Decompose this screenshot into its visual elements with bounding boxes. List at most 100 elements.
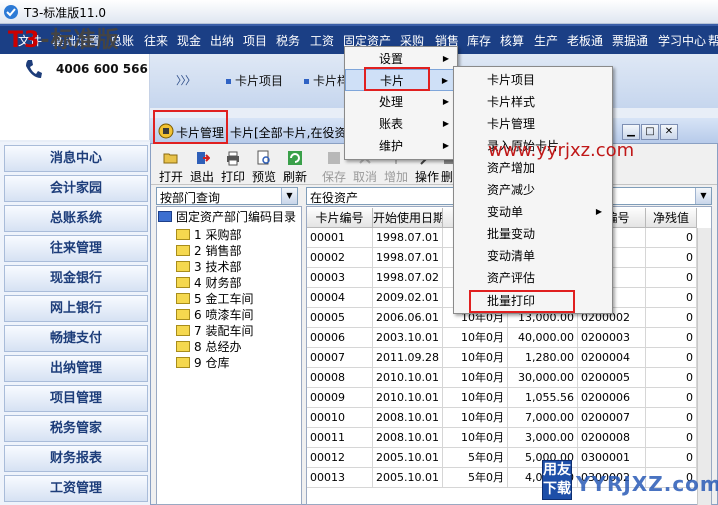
vertical-scrollbar[interactable] xyxy=(697,228,711,505)
grid-cell[interactable]: 0 xyxy=(646,248,697,268)
grid-cell[interactable]: 0200004 xyxy=(578,348,646,368)
grid-cell[interactable]: 0 xyxy=(646,348,697,368)
grid-cell[interactable]: 2006.06.01 xyxy=(373,308,443,328)
grid-cell[interactable]: 1,055.56 xyxy=(508,388,578,408)
tree-root[interactable]: 固定资产部门编码目录 xyxy=(158,208,296,225)
grid-cell[interactable]: 2010.10.01 xyxy=(373,388,443,408)
grid-cell[interactable]: 0 xyxy=(646,308,697,328)
grid-cell[interactable]: 1998.07.02 xyxy=(373,268,443,288)
grid-cell[interactable]: 1998.07.01 xyxy=(373,228,443,248)
grid-cell[interactable]: 10年0月 xyxy=(443,348,508,368)
close-button[interactable]: ✕ xyxy=(660,124,678,140)
grid-cell[interactable]: 2009.02.01 xyxy=(373,288,443,308)
open-button[interactable]: 打开 xyxy=(157,150,185,185)
grid-cell[interactable]: 00004 xyxy=(307,288,373,308)
grid-cell[interactable]: 0 xyxy=(646,368,697,388)
grid-cell[interactable]: 00010 xyxy=(307,408,373,428)
menu-item-batch-change[interactable]: 批量变动 xyxy=(454,223,612,245)
grid-cell[interactable]: 1998.07.01 xyxy=(373,248,443,268)
grid-cell[interactable]: 2008.10.01 xyxy=(373,408,443,428)
sidebar-item-payment[interactable]: 畅捷支付 xyxy=(4,325,148,352)
grid-cell[interactable]: 00012 xyxy=(307,448,373,468)
grid-cell[interactable]: 0 xyxy=(646,408,697,428)
menu-production[interactable]: 生产 xyxy=(534,32,558,49)
grid-cell[interactable]: 00006 xyxy=(307,328,373,348)
menu-cash[interactable]: 现金 xyxy=(177,32,201,49)
tab-scroll-arrows[interactable]: 〉〉〉 xyxy=(176,72,196,88)
grid-cell[interactable]: 2005.10.01 xyxy=(373,448,443,468)
grid-cell[interactable]: 0200003 xyxy=(578,328,646,348)
menu-payroll[interactable]: 工资 xyxy=(310,32,334,49)
grid-cell[interactable]: 10年0月 xyxy=(443,328,508,348)
menu-project[interactable]: 项目 xyxy=(243,32,267,49)
exit-button[interactable]: 退出 xyxy=(188,150,216,185)
grid-cell[interactable]: 5年0月 xyxy=(443,448,508,468)
menu-boss[interactable]: 老板通 xyxy=(567,32,603,49)
tree-item[interactable]: 9 仓库 xyxy=(176,354,229,371)
grid-cell[interactable]: 00003 xyxy=(307,268,373,288)
menu-cashier[interactable]: 出纳 xyxy=(210,32,234,49)
menu-learning[interactable]: 学习中心 xyxy=(658,32,706,49)
column-header[interactable]: 净残值 xyxy=(646,208,697,228)
menu-item-asset-decrease[interactable]: 资产减少 xyxy=(454,179,612,201)
chevron-down-icon[interactable]: ▼ xyxy=(695,188,711,204)
grid-cell[interactable]: 10年0月 xyxy=(443,388,508,408)
menu-item-ledger[interactable]: 账表 ▶ xyxy=(345,113,457,135)
grid-cell[interactable]: 00007 xyxy=(307,348,373,368)
grid-cell[interactable]: 0 xyxy=(646,228,697,248)
sidebar-item-project[interactable]: 项目管理 xyxy=(4,385,148,412)
grid-cell[interactable]: 7,000.00 xyxy=(508,408,578,428)
grid-cell[interactable]: 0200006 xyxy=(578,388,646,408)
sidebar-item-general-ledger[interactable]: 总账系统 xyxy=(4,205,148,232)
tree-item[interactable]: 2 销售部 xyxy=(176,242,241,259)
grid-cell[interactable]: 2008.10.01 xyxy=(373,428,443,448)
grid-cell[interactable]: 0200008 xyxy=(578,428,646,448)
minimize-button[interactable]: ▁ xyxy=(622,124,640,140)
grid-cell[interactable]: 1,280.00 xyxy=(508,348,578,368)
grid-cell[interactable]: 00005 xyxy=(307,308,373,328)
grid-cell[interactable]: 00009 xyxy=(307,388,373,408)
grid-cell[interactable]: 0 xyxy=(646,448,697,468)
grid-cell[interactable]: 2005.10.01 xyxy=(373,468,443,488)
sidebar-item-message-center[interactable]: 消息中心 xyxy=(4,145,148,172)
sidebar-item-reports[interactable]: 财务报表 xyxy=(4,445,148,472)
sidebar-item-payroll[interactable]: 工资管理 xyxy=(4,475,148,502)
sidebar-item-online-bank[interactable]: 网上银行 xyxy=(4,295,148,322)
maximize-button[interactable]: □ xyxy=(641,124,659,140)
tree-item[interactable]: 3 技术部 xyxy=(176,258,241,275)
menu-item-asset-evaluation[interactable]: 资产评估 xyxy=(454,267,612,289)
grid-cell[interactable]: 00013 xyxy=(307,468,373,488)
grid-cell[interactable]: 10年0月 xyxy=(443,428,508,448)
grid-cell[interactable]: 2010.10.01 xyxy=(373,368,443,388)
menu-help[interactable]: 帮 xyxy=(708,32,718,49)
grid-cell[interactable]: 0300001 xyxy=(578,448,646,468)
tree-item[interactable]: 1 采购部 xyxy=(176,226,241,243)
sidebar-item-cashier[interactable]: 出纳管理 xyxy=(4,355,148,382)
grid-cell[interactable]: 00002 xyxy=(307,248,373,268)
refresh-button[interactable]: 刷新 xyxy=(281,150,309,185)
grid-cell[interactable]: 2003.10.01 xyxy=(373,328,443,348)
tree-item[interactable]: 4 财务部 xyxy=(176,274,241,291)
menu-bills[interactable]: 票据通 xyxy=(612,32,648,49)
grid-cell[interactable]: 0 xyxy=(646,288,697,308)
menu-item-change-slip[interactable]: 变动单 ▶ xyxy=(454,201,612,223)
grid-cell[interactable]: 0200007 xyxy=(578,408,646,428)
sidebar-item-receivables[interactable]: 往来管理 xyxy=(4,235,148,262)
grid-cell[interactable]: 0 xyxy=(646,268,697,288)
grid-cell[interactable]: 0 xyxy=(646,428,697,448)
grid-cell[interactable]: 00008 xyxy=(307,368,373,388)
grid-cell[interactable]: 00011 xyxy=(307,428,373,448)
grid-cell[interactable]: 0 xyxy=(646,328,697,348)
menu-receivables[interactable]: 往来 xyxy=(144,32,168,49)
column-header[interactable]: 卡片编号 xyxy=(307,208,373,228)
menu-item-card-items[interactable]: 卡片项目 xyxy=(454,69,612,91)
preview-button[interactable]: 预览 xyxy=(250,150,278,185)
print-button[interactable]: 打印 xyxy=(219,150,247,185)
column-header[interactable]: 开始使用日期 xyxy=(373,208,443,228)
menu-item-card-style[interactable]: 卡片样式 xyxy=(454,91,612,113)
tree-item[interactable]: 8 总经办 xyxy=(176,338,241,355)
grid-cell[interactable]: 30,000.00 xyxy=(508,368,578,388)
menu-item-maintenance[interactable]: 维护 ▶ xyxy=(345,135,457,157)
menu-item-process[interactable]: 处理 ▶ xyxy=(345,91,457,113)
grid-cell[interactable]: 0200005 xyxy=(578,368,646,388)
